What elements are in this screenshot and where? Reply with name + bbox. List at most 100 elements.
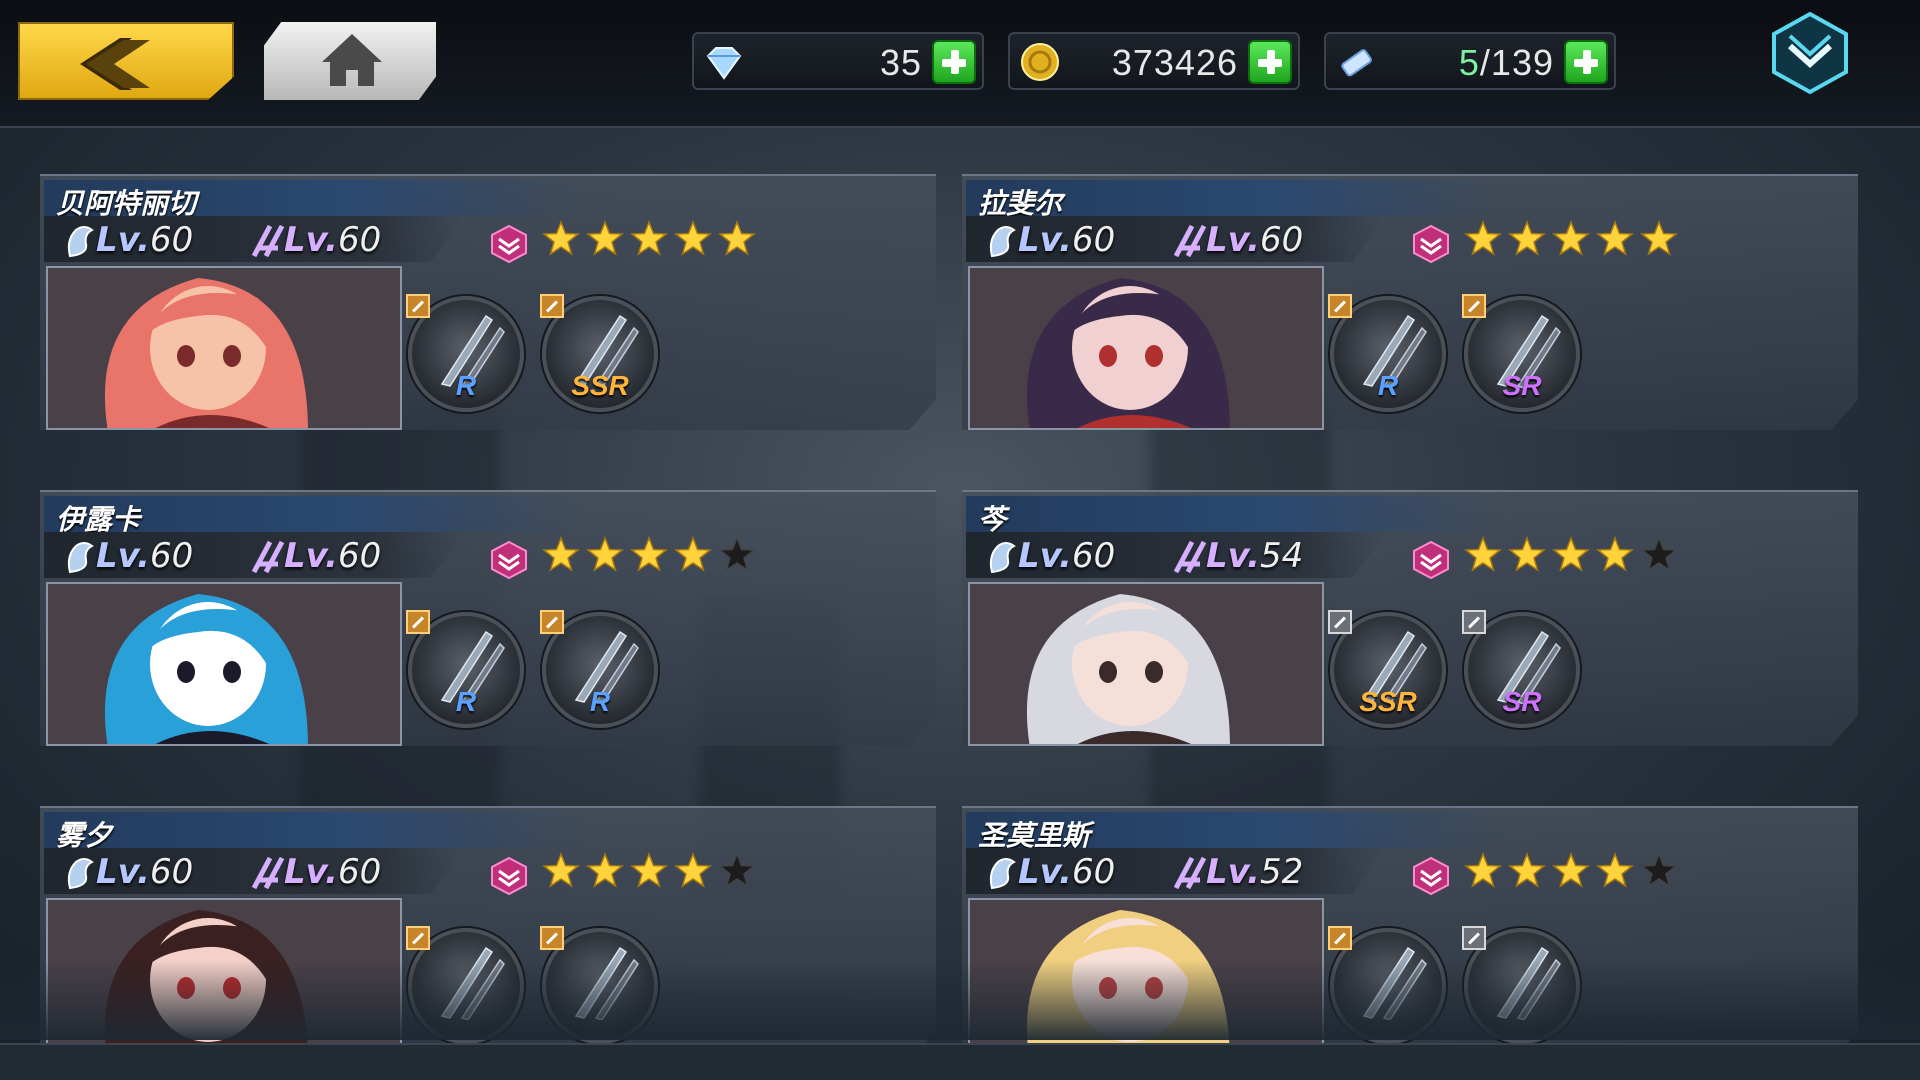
character-card[interactable]: 拉斐尔 Lv.60 Lv.60 R SR: [962, 174, 1858, 430]
star-filled-icon: [586, 852, 624, 888]
character-level-value: 60: [1071, 536, 1116, 576]
level-prefix: Lv.: [284, 536, 338, 576]
weapon-rarity: SSR: [1359, 686, 1417, 717]
rank-badge-icon: [1413, 856, 1449, 896]
weapon-rarity: R: [455, 686, 477, 717]
star-rating: [542, 536, 756, 580]
star-filled-icon: [542, 220, 580, 256]
level-prefix: Lv.: [284, 220, 338, 260]
weapon-level-value: 60: [337, 220, 382, 260]
star-filled-icon: [1596, 852, 1634, 888]
level-prefix: Lv.: [284, 852, 338, 892]
back-arrow-icon: [80, 38, 150, 90]
character-level: Lv.60: [96, 536, 193, 576]
star-filled-icon: [542, 536, 580, 572]
gold-counter: 373426: [1008, 32, 1300, 90]
star-filled-icon: [718, 220, 756, 256]
weapon-rarity: SSR: [571, 370, 629, 401]
back-button[interactable]: [18, 22, 234, 100]
gold-coin-icon: [1021, 43, 1059, 81]
star-filled-icon: [1508, 536, 1546, 572]
diamond-value: 35: [879, 42, 922, 83]
level-prefix: Lv.: [1018, 220, 1072, 260]
weapon-rarity: R: [1377, 370, 1399, 401]
star-filled-icon: [586, 536, 624, 572]
diamond-counter: 35: [692, 32, 984, 90]
star-empty-icon: [1640, 852, 1678, 888]
star-filled-icon: [1552, 852, 1590, 888]
character-level-value: 60: [149, 536, 194, 576]
level-prefix: Lv.: [96, 852, 150, 892]
weapon-level-value: 52: [1259, 852, 1304, 892]
weapon-slot[interactable]: R: [540, 610, 658, 728]
star-filled-icon: [586, 220, 624, 256]
weapon-level-value: 60: [337, 536, 382, 576]
weapon-slot[interactable]: R: [406, 610, 524, 728]
level-prefix: Lv.: [1018, 536, 1072, 576]
character-portrait: [968, 582, 1324, 746]
star-rating: [1464, 220, 1678, 264]
rank-badge-icon: [491, 224, 527, 264]
weapon-level-icon: [251, 540, 285, 574]
weapon-level-value: 54: [1259, 536, 1304, 576]
diamond-icon: [706, 47, 742, 80]
character-level: Lv.60: [1018, 536, 1115, 576]
weapon-slot[interactable]: SR: [1462, 294, 1580, 412]
star-rating: [542, 852, 756, 896]
weapon-level-icon: [251, 856, 285, 890]
stamina-current: 5: [1458, 42, 1480, 83]
weapon-slot[interactable]: SSR: [1328, 610, 1446, 728]
weapon-level-icon: [1173, 856, 1207, 890]
level-prefix: Lv.: [96, 220, 150, 260]
add-gold-button[interactable]: [1248, 40, 1292, 84]
weapon-slot[interactable]: SR: [1462, 610, 1580, 728]
rank-badge-icon: [1413, 224, 1449, 264]
star-filled-icon: [1508, 220, 1546, 256]
add-stamina-button[interactable]: [1564, 40, 1608, 84]
character-portrait: [968, 266, 1324, 430]
stamina-max: /139: [1479, 42, 1554, 83]
character-portrait: [46, 266, 402, 430]
character-portrait: [46, 582, 402, 746]
character-level-icon: [67, 226, 94, 258]
rank-badge-icon: [491, 540, 527, 580]
stamina-value: 5/139: [1459, 42, 1554, 84]
weapon-rarity: R: [455, 370, 477, 401]
level-prefix: Lv.: [1206, 852, 1260, 892]
character-level-icon: [989, 226, 1016, 258]
weapon-slot[interactable]: SSR: [540, 294, 658, 412]
home-button[interactable]: [264, 22, 436, 100]
weapon-level-value: 60: [337, 852, 382, 892]
list-fade: [0, 960, 1920, 1040]
weapon-slot[interactable]: R: [406, 294, 524, 412]
character-level: Lv.60: [1018, 220, 1115, 260]
weapon-slot[interactable]: R: [1328, 294, 1446, 412]
character-card[interactable]: 贝阿特丽切 Lv.60 Lv.60 R SSR: [40, 174, 936, 430]
star-filled-icon: [542, 852, 580, 888]
add-diamond-button[interactable]: [932, 40, 976, 84]
character-level-value: 60: [1071, 220, 1116, 260]
star-filled-icon: [1596, 536, 1634, 572]
character-level-icon: [989, 858, 1016, 890]
rank-badge-icon: [491, 856, 527, 896]
menu-dropdown-button[interactable]: [1768, 10, 1852, 96]
character-level-value: 60: [149, 852, 194, 892]
star-filled-icon: [1640, 220, 1678, 256]
character-card[interactable]: 伊露卡 Lv.60 Lv.60 R R: [40, 490, 936, 746]
character-level: Lv.60: [1018, 852, 1115, 892]
weapon-level: Lv.60: [1206, 220, 1303, 260]
star-filled-icon: [1596, 220, 1634, 256]
weapon-level: Lv.54: [1206, 536, 1303, 576]
name-bar: 芩: [966, 496, 1506, 536]
star-empty-icon: [718, 852, 756, 888]
character-level-icon: [989, 542, 1016, 574]
top-bar: 35 373426 5/139: [0, 0, 1920, 128]
character-card[interactable]: 芩 Lv.60 Lv.54 SSR SR: [962, 490, 1858, 746]
star-filled-icon: [1552, 220, 1590, 256]
character-level: Lv.60: [96, 852, 193, 892]
stamina-counter: 5/139: [1324, 32, 1616, 90]
star-filled-icon: [1508, 852, 1546, 888]
level-prefix: Lv.: [1206, 220, 1260, 260]
character-level-icon: [67, 542, 94, 574]
home-icon: [322, 34, 382, 86]
